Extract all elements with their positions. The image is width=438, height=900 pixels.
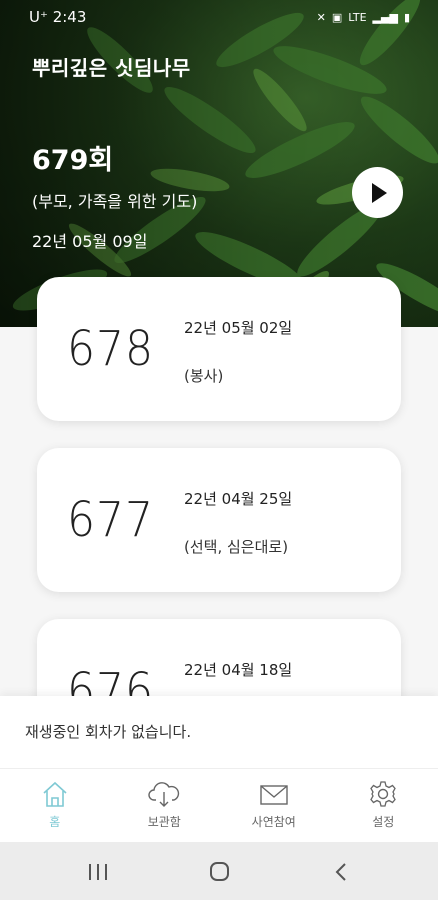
program-title: 뿌리깊은 싯딤나무 bbox=[32, 56, 191, 80]
alarm-icon: ▣ bbox=[331, 10, 343, 24]
tab-archive-label: 보관함 bbox=[147, 815, 181, 829]
tab-settings[interactable]: 설정 bbox=[329, 769, 438, 843]
episode-date: 22년 05월 09일 bbox=[32, 232, 148, 251]
tab-archive[interactable]: 보관함 bbox=[110, 769, 220, 843]
gear-icon bbox=[370, 781, 397, 807]
signal-icon: ▂▄▆ bbox=[372, 10, 398, 24]
system-navigation-bar bbox=[0, 842, 438, 900]
episode-card-tag: (봉사) bbox=[184, 367, 224, 385]
home-icon bbox=[43, 781, 67, 807]
episode-card-date: 22년 05월 02일 bbox=[184, 319, 293, 337]
now-playing-text: 재생중인 회차가 없습니다. bbox=[25, 723, 192, 741]
status-right: ✕ ▣ LTE ▂▄▆ ▮ bbox=[317, 11, 410, 24]
tab-home-label: 홈 bbox=[49, 815, 61, 829]
episode-card-date: 22년 04월 25일 bbox=[184, 490, 293, 508]
episode-card-date: 22년 04월 18일 bbox=[184, 661, 293, 679]
status-bar: U⁺ 2:43 ✕ ▣ LTE ▂▄▆ ▮ bbox=[29, 6, 410, 28]
recent-apps-icon bbox=[89, 864, 107, 880]
status-left: U⁺ 2:43 bbox=[29, 8, 86, 26]
battery-icon: ▮ bbox=[403, 10, 410, 24]
back-button[interactable] bbox=[326, 860, 356, 884]
cloud-download-icon bbox=[148, 782, 180, 807]
play-button[interactable] bbox=[352, 167, 403, 218]
bottom-navigation: 홈 보관함 사연참여 설정 bbox=[0, 768, 438, 843]
clock: 2:43 bbox=[52, 8, 87, 26]
network-label: LTE bbox=[348, 10, 367, 24]
mute-icon: ✕ bbox=[316, 10, 326, 24]
tab-story-label: 사연참여 bbox=[251, 815, 296, 829]
tab-story[interactable]: 사연참여 bbox=[219, 769, 329, 843]
play-icon bbox=[372, 183, 387, 203]
home-system-button[interactable] bbox=[204, 860, 234, 884]
episode-subtitle: (부모, 가족을 위한 기도) bbox=[32, 192, 198, 211]
envelope-icon bbox=[260, 785, 288, 805]
home-square-icon bbox=[210, 862, 229, 881]
tab-home[interactable]: 홈 bbox=[0, 769, 110, 843]
carrier-label: U⁺ bbox=[29, 8, 48, 26]
episode-number: 677 bbox=[67, 492, 155, 548]
episode-number: 678 bbox=[67, 321, 155, 377]
recent-apps-button[interactable] bbox=[84, 860, 114, 884]
episode-card-tag: (선택, 심은대로) bbox=[184, 538, 289, 556]
episode-card[interactable]: 677 22년 04월 25일 (선택, 심은대로) bbox=[37, 448, 401, 592]
back-chevron-icon bbox=[335, 863, 346, 881]
episode-card[interactable]: 678 22년 05월 02일 (봉사) bbox=[37, 277, 401, 421]
tab-settings-label: 설정 bbox=[372, 815, 395, 829]
now-playing-bar[interactable]: 재생중인 회차가 없습니다. bbox=[0, 696, 438, 768]
episode-count: 679회 bbox=[32, 145, 114, 176]
